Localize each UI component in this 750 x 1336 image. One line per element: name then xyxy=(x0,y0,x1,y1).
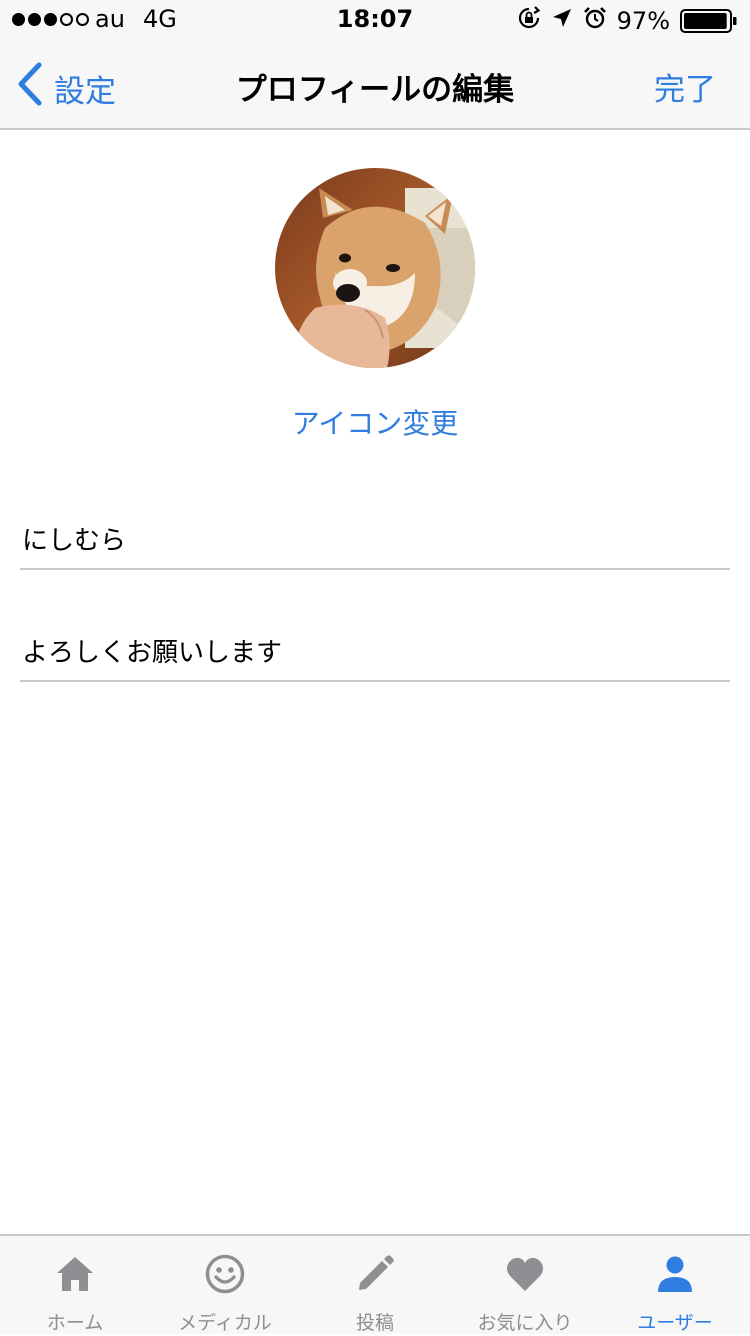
tab-post[interactable]: 投稿 xyxy=(300,1236,450,1336)
tab-post-label: 投稿 xyxy=(355,1312,394,1334)
bio-field-value: よろしくお願いします xyxy=(22,638,283,668)
alarm-icon xyxy=(583,6,607,36)
status-icons: 97% xyxy=(517,6,738,36)
navigation-bar: 設定 プロフィールの編集 完了 xyxy=(0,40,750,128)
change-icon-button[interactable]: アイコン変更 xyxy=(0,402,750,442)
tab-bar: ホーム メディカル 投稿 お気に入り ユーザー xyxy=(0,1234,750,1334)
avatar[interactable] xyxy=(275,168,475,368)
name-field-value: にしむら xyxy=(22,526,127,556)
status-bar: au 4G 18:07 97% xyxy=(0,0,750,40)
tab-favorites[interactable]: お気に入り xyxy=(450,1236,600,1336)
name-field[interactable]: にしむら xyxy=(20,510,730,570)
bio-field[interactable]: よろしくお願いします xyxy=(20,622,730,682)
tab-favorites-label: お気に入り xyxy=(477,1312,573,1334)
location-arrow-icon xyxy=(551,7,573,35)
battery-icon xyxy=(680,9,738,33)
rotation-lock-icon xyxy=(517,6,541,36)
tab-user-label: ユーザー xyxy=(637,1312,713,1334)
page-title: プロフィールの編集 xyxy=(235,72,515,108)
done-button[interactable]: 完了 xyxy=(654,64,716,109)
tab-medical[interactable]: メディカル xyxy=(150,1236,300,1336)
tab-home[interactable]: ホーム xyxy=(0,1236,150,1336)
battery-percentage: 97% xyxy=(616,7,670,35)
top-bar: au 4G 18:07 97% 設定 プロフィールの編集 完了 xyxy=(0,0,750,130)
tab-medical-label: メディカル xyxy=(178,1312,272,1334)
tab-user[interactable]: ユーザー xyxy=(600,1236,750,1336)
tab-home-label: ホーム xyxy=(46,1312,104,1334)
